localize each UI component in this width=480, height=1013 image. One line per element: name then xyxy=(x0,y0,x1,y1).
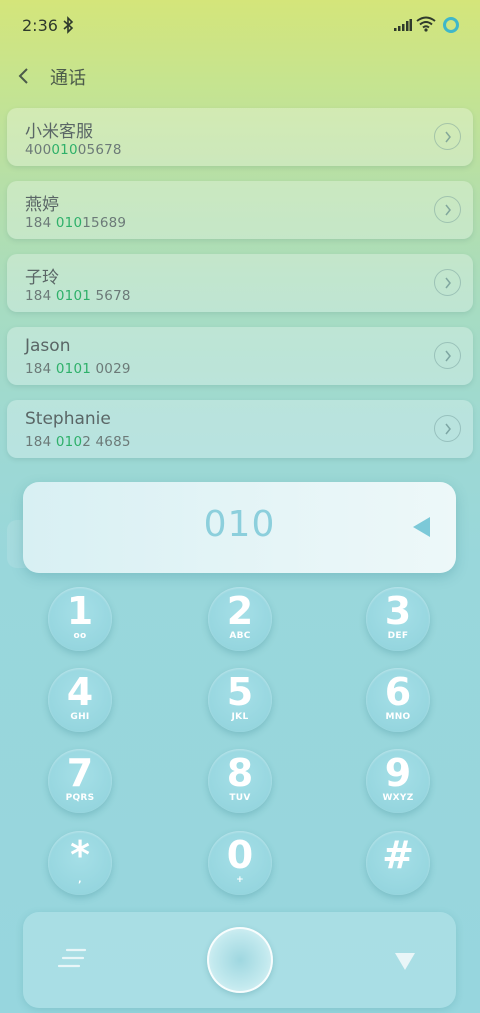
dial-display: 010 xyxy=(23,482,456,573)
status-bar: 2:36 xyxy=(0,0,480,52)
contact-number: 184 0101 5678 xyxy=(25,288,131,304)
key-hash[interactable]: # xyxy=(366,831,430,895)
key-9[interactable]: 9 WXYZ xyxy=(366,749,430,813)
wifi-icon xyxy=(416,16,436,32)
contact-name: Stephanie xyxy=(25,409,111,429)
contact-item[interactable]: Stephanie 184 0102 4685 xyxy=(7,400,473,458)
key-0[interactable]: 0 + xyxy=(208,831,272,895)
signal-icon xyxy=(394,19,412,31)
key-star[interactable]: *, xyxy=(48,831,112,895)
bluetooth-icon xyxy=(63,16,74,34)
contact-item[interactable]: Jason 184 0101 0029 xyxy=(7,327,473,385)
key-7[interactable]: 7 PQRS xyxy=(48,749,112,813)
backspace-icon[interactable] xyxy=(413,517,430,537)
chevron-right-icon xyxy=(445,277,451,289)
ring-icon xyxy=(443,17,459,33)
contact-detail-button[interactable] xyxy=(434,415,461,442)
collapse-keypad-icon[interactable] xyxy=(395,953,415,970)
contact-number: 184 0102 4685 xyxy=(25,434,131,450)
header: 通话 xyxy=(0,56,480,98)
contact-detail-button[interactable] xyxy=(434,196,461,223)
chevron-right-icon xyxy=(445,423,451,435)
contact-name: 小米客服 xyxy=(25,122,93,142)
contact-name: 燕婷 xyxy=(25,195,59,215)
chevron-right-icon xyxy=(445,204,451,216)
call-button[interactable] xyxy=(207,927,273,993)
contact-item[interactable]: 子玲 184 0101 5678 xyxy=(7,254,473,312)
key-2[interactable]: 2 ABC xyxy=(208,587,272,651)
key-4[interactable]: 4 GHI xyxy=(48,668,112,732)
status-time: 2:36 xyxy=(22,16,58,35)
contact-number: 184 0101 0029 xyxy=(25,361,131,377)
key-6[interactable]: 6 MNO xyxy=(366,668,430,732)
contact-detail-button[interactable] xyxy=(434,123,461,150)
page-title: 通话 xyxy=(50,68,86,89)
bottom-bar xyxy=(23,912,456,1008)
chevron-right-icon xyxy=(445,131,451,143)
contact-name: Jason xyxy=(25,336,71,356)
chevron-right-icon xyxy=(445,350,451,362)
back-icon[interactable] xyxy=(16,66,34,86)
contact-number: 40001005678 xyxy=(25,142,122,158)
contact-item[interactable]: 小米客服 40001005678 xyxy=(7,108,473,166)
contact-item[interactable]: 燕婷 184 01015689 xyxy=(7,181,473,239)
contact-name: 子玲 xyxy=(25,268,59,288)
key-1[interactable]: 1 oo xyxy=(48,587,112,651)
menu-icon[interactable] xyxy=(57,946,87,970)
key-8[interactable]: 8 TUV xyxy=(208,749,272,813)
dialed-number: 010 xyxy=(203,504,276,545)
contact-detail-button[interactable] xyxy=(434,269,461,296)
key-3[interactable]: 3 DEF xyxy=(366,587,430,651)
contact-detail-button[interactable] xyxy=(434,342,461,369)
contact-number: 184 01015689 xyxy=(25,215,127,231)
key-5[interactable]: 5 JKL xyxy=(208,668,272,732)
